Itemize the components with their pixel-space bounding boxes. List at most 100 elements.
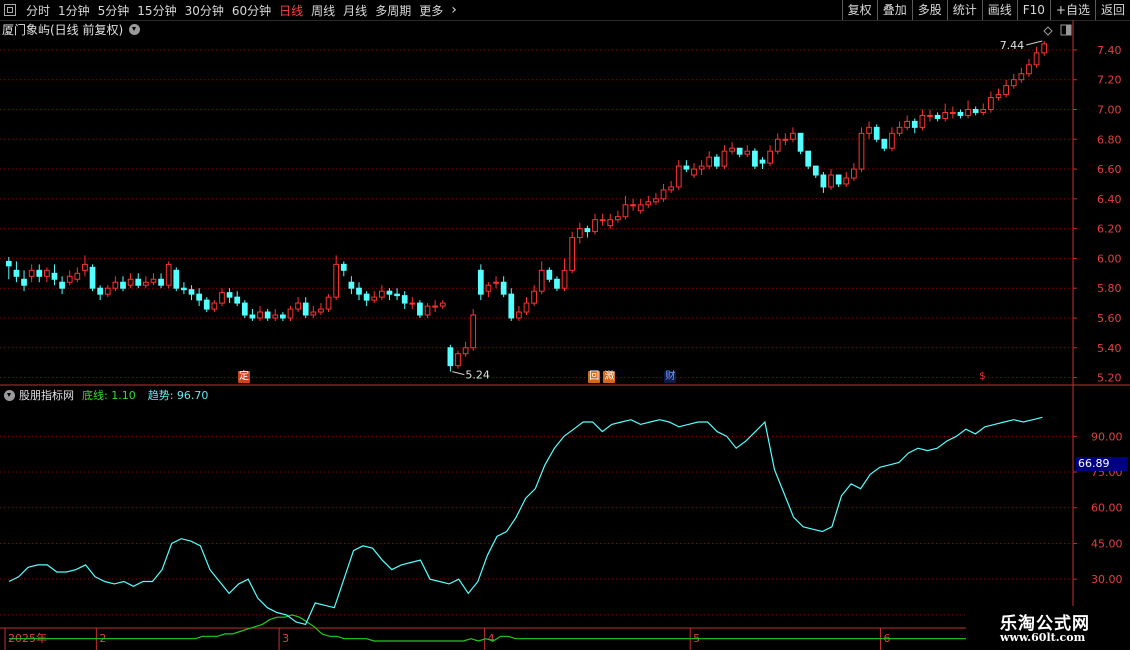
- candle-body-up: [1010, 79, 1017, 87]
- candle-body-down: [683, 165, 690, 170]
- indicator-tick-label: 30.00: [1091, 573, 1123, 586]
- candle-body-up: [896, 126, 903, 134]
- candle-body-down: [13, 269, 20, 277]
- candle-body-down: [264, 311, 271, 319]
- candle-body-down: [135, 278, 142, 286]
- candle-body-up: [729, 147, 735, 152]
- price-tick-label: 5.80: [1097, 282, 1122, 295]
- candle-body-up: [112, 281, 119, 289]
- price-tick-label: 7.00: [1097, 103, 1122, 116]
- candle-body-up: [74, 272, 81, 280]
- candle-body-down: [280, 314, 286, 319]
- x-tick-label: 3: [282, 632, 289, 645]
- candle-body-up: [843, 177, 850, 185]
- candle-body-down: [234, 296, 241, 304]
- candle-body-up: [622, 204, 629, 218]
- candle-body-up: [858, 132, 865, 170]
- candle-body-up: [66, 275, 73, 283]
- candle-body-down: [835, 174, 842, 185]
- candle-body-up: [949, 111, 956, 114]
- candle-body-up: [576, 228, 583, 239]
- candle-body-up: [485, 284, 492, 292]
- candle-body-up: [295, 302, 301, 310]
- candle-body-down: [805, 150, 812, 167]
- candle-body-down: [5, 260, 12, 267]
- indicator-tick-label: 45.00: [1091, 537, 1123, 550]
- candle-body-down: [752, 150, 758, 167]
- indicator-tick-label: 60.00: [1091, 502, 1123, 515]
- candle-body-up: [988, 97, 994, 110]
- candle-body-up: [782, 138, 789, 141]
- candle-body-up: [721, 150, 728, 167]
- candle-body-up: [790, 132, 796, 140]
- candle-body-down: [158, 278, 164, 286]
- price-tick-label: 6.20: [1097, 223, 1122, 236]
- low-annotation-label: 5.24: [465, 369, 490, 382]
- event-marker-4[interactable]: $: [976, 371, 989, 383]
- candle-body-up: [904, 120, 911, 128]
- candle-body-down: [249, 314, 256, 319]
- candle-body-up: [310, 311, 317, 316]
- candle-body-down: [241, 302, 248, 316]
- price-tick-label: 5.60: [1097, 312, 1122, 325]
- candle-body-down: [881, 138, 888, 149]
- chart-canvas[interactable]: 7.40 7.20 7.00 6.80 6.60 6.40 6.20 6.00 5.80 5.60…: [0, 0, 1130, 650]
- candle-body-down: [51, 272, 58, 280]
- candle-body-up: [538, 269, 545, 292]
- event-marker-2[interactable]: 溦: [603, 371, 616, 383]
- candle-body-up: [980, 108, 987, 113]
- candle-body-up: [1033, 52, 1040, 66]
- candle-body-up: [82, 263, 88, 271]
- candle-body-up: [995, 94, 1002, 99]
- candle-body-up: [599, 219, 606, 222]
- candle-body-down: [477, 269, 484, 295]
- candle-body-up: [698, 165, 705, 170]
- event-marker-1[interactable]: 回: [588, 371, 601, 383]
- candle-body-up: [44, 269, 50, 277]
- candle-body-down: [546, 269, 553, 280]
- candle-body-up: [104, 287, 111, 295]
- candle-body-up: [257, 311, 263, 319]
- candle-body-down: [302, 302, 309, 316]
- candle-body-up: [668, 186, 675, 191]
- panel-toggle-icon-fill: [1066, 25, 1071, 35]
- candle-body-down: [356, 287, 362, 295]
- candle-body-up: [272, 314, 279, 319]
- candle-body-up: [142, 281, 149, 286]
- event-marker-0[interactable]: 定: [238, 371, 250, 383]
- price-tick-label: 5.20: [1097, 372, 1122, 385]
- candle-body-up: [439, 302, 446, 307]
- candle-body-down: [363, 293, 370, 301]
- candle-body-down: [820, 174, 827, 188]
- candle-body-up: [1003, 85, 1009, 96]
- event-marker-3[interactable]: 财: [664, 371, 677, 383]
- candle-body-down: [188, 289, 195, 295]
- watermark-url: www.60lt.com: [1000, 631, 1086, 644]
- candle-body-down: [401, 295, 408, 304]
- candle-body-down: [203, 299, 210, 310]
- candle-body-up: [470, 314, 477, 349]
- candle-body-down: [447, 347, 454, 367]
- candle-body-up: [455, 353, 461, 367]
- candle-body-up: [378, 290, 385, 298]
- candle-body-down: [226, 292, 233, 298]
- candle-body-down: [934, 114, 941, 119]
- candle-body-up: [767, 150, 773, 164]
- candle-body-up: [371, 296, 378, 301]
- candle-body-up: [592, 219, 598, 233]
- candle-body-up: [645, 201, 652, 206]
- candle-body-up: [653, 198, 659, 203]
- indicator-tick-label: 90.00: [1091, 430, 1123, 443]
- candle-body-down: [812, 165, 819, 176]
- candle-body-up: [165, 263, 172, 286]
- candle-body-up: [561, 269, 568, 289]
- candle-body-down: [348, 281, 355, 289]
- candle-body-down: [911, 120, 918, 128]
- candle-body-down: [554, 278, 560, 289]
- candle-body-up: [774, 138, 781, 152]
- indicator-series-trend: [8, 416, 1043, 626]
- candle-body-up: [614, 216, 621, 221]
- candle-body-down: [386, 290, 393, 295]
- candle-body-down: [340, 263, 347, 271]
- candle-body-down: [417, 302, 423, 316]
